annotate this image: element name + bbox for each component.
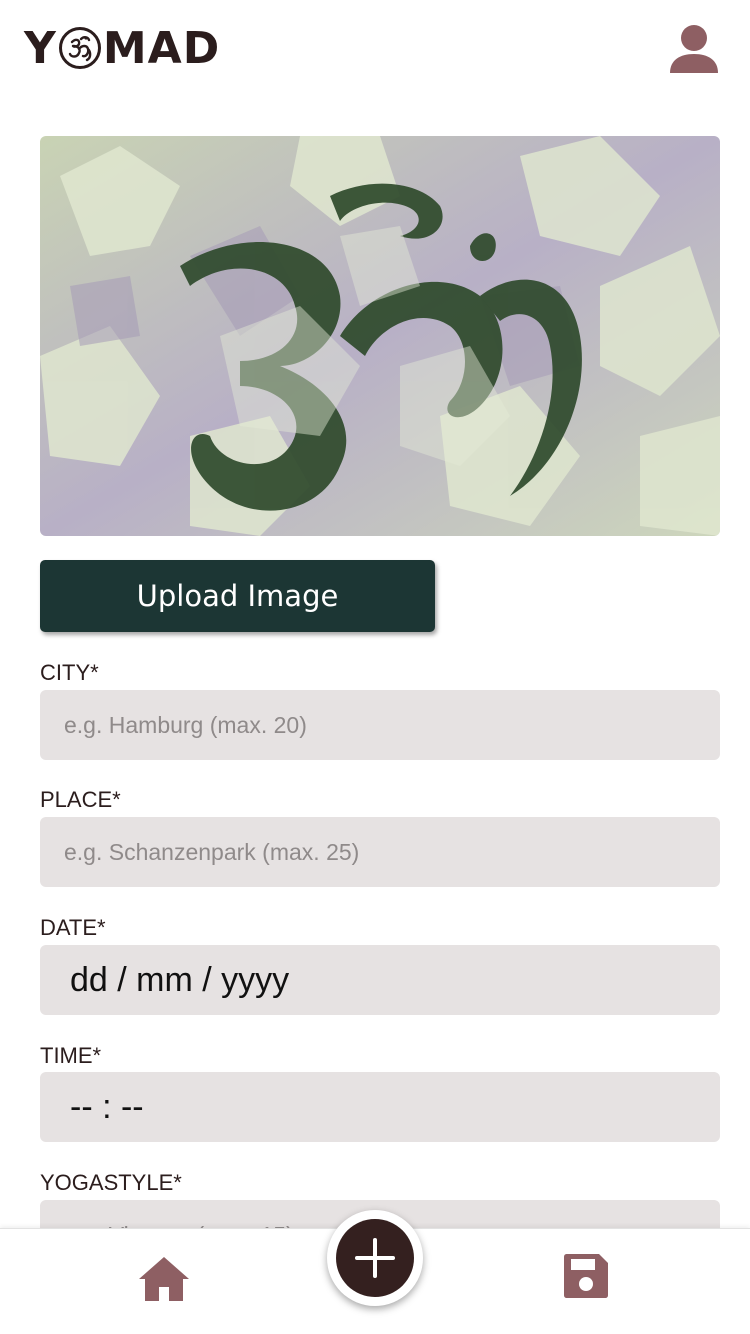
- logo-text-right: MAD: [102, 22, 221, 74]
- user-icon[interactable]: [668, 24, 720, 74]
- place-input[interactable]: [40, 817, 720, 887]
- plus-icon: [355, 1238, 395, 1278]
- hero-image: [40, 136, 720, 536]
- floppy-disk-icon[interactable]: [563, 1253, 609, 1299]
- place-label: PLACE*: [40, 787, 121, 812]
- time-label: TIME*: [40, 1043, 102, 1068]
- add-button[interactable]: [327, 1210, 423, 1306]
- date-input[interactable]: dd / mm / yyyy: [40, 945, 720, 1015]
- city-label: CITY*: [40, 660, 99, 685]
- yogastyle-label: YOGASTYLE*: [40, 1170, 182, 1195]
- app-logo[interactable]: Y MAD: [24, 22, 221, 74]
- time-input[interactable]: -- : --: [40, 1072, 720, 1142]
- om-icon: [58, 27, 101, 69]
- date-label: DATE*: [40, 915, 106, 940]
- upload-image-button[interactable]: Upload Image: [40, 560, 435, 632]
- city-input[interactable]: [40, 690, 720, 760]
- time-value: -- : --: [70, 1087, 144, 1126]
- home-icon[interactable]: [138, 1255, 190, 1303]
- app-header: Y MAD: [0, 0, 750, 100]
- add-button-circle: [336, 1219, 414, 1297]
- logo-text-left: Y: [24, 22, 57, 74]
- date-value: dd / mm / yyyy: [70, 960, 290, 999]
- om-symbol-leaves-image: [40, 136, 720, 536]
